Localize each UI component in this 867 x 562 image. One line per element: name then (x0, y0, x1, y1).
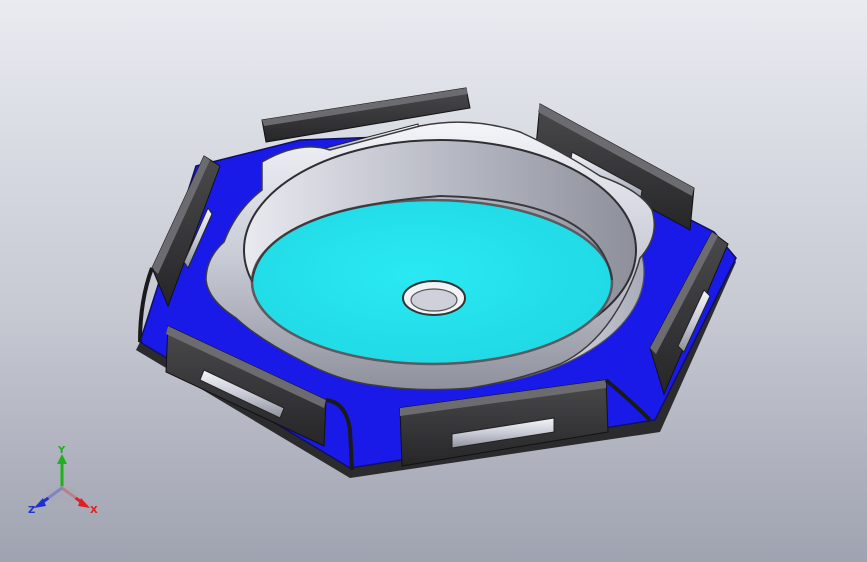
center-hole[interactable] (402, 280, 466, 316)
y-axis-label: Y (58, 445, 66, 456)
graphics-viewport[interactable]: Y X Z (0, 0, 867, 562)
x-axis-label: X (90, 505, 98, 516)
view-orientation-triad[interactable]: Y X Z (24, 446, 104, 526)
sheet-metal-tray-model[interactable] (0, 0, 867, 562)
triad-plane (46, 486, 78, 502)
z-axis-label: Z (28, 505, 36, 516)
